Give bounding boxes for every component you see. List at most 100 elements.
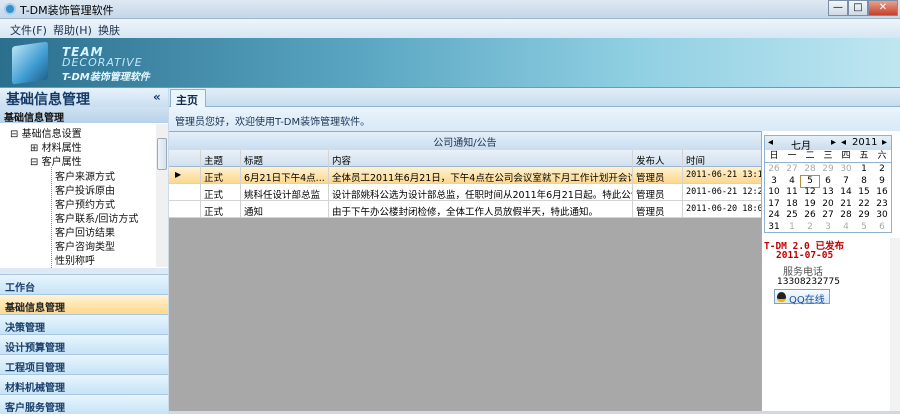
tab-home[interactable]: 主页 [170,89,206,108]
menu-file[interactable]: 文件(F) [10,22,47,38]
calendar-day[interactable]: 18 [783,199,801,211]
calendar-month: 七月 [791,141,811,152]
calendar-day[interactable]: 22 [855,199,873,211]
calendar-day[interactable]: 1 [855,164,873,176]
calendar-day[interactable]: 6 [819,176,837,188]
prev-year-button[interactable]: ◂ [841,137,846,148]
calendar-day[interactable]: 16 [873,187,891,199]
tree-leaf[interactable]: 客户联系/回访方式 [55,210,138,225]
calendar-day[interactable]: 9 [873,176,891,188]
nav-project[interactable]: 工程项目管理 [0,354,168,374]
table-row[interactable]: ▶ 正式 6月21日下午4点... 全体员工2011年6月21日，下午4点在公司… [169,167,761,184]
nav-workbench[interactable]: 工作台 [0,274,168,294]
close-button[interactable]: ✕ [868,0,898,16]
calendar-day[interactable]: 7 [837,176,855,188]
calendar-day[interactable]: 3 [765,176,783,188]
weekday-label: 四 [841,151,851,161]
calendar-day[interactable]: 11 [783,187,801,199]
news-scrollbar[interactable] [890,238,900,411]
logo-text-product: T-DM装饰管理软件 [62,72,150,83]
calendar-day[interactable]: 28 [801,164,819,176]
minimize-button[interactable]: — [828,0,848,16]
calendar-day[interactable]: 31 [765,222,783,234]
tree-leaf[interactable]: 客户咨询类型 [55,238,115,253]
tree-leaf[interactable]: 客户预约方式 [55,196,115,211]
window-title: T-DM装饰管理软件 [20,4,114,17]
calendar-day[interactable]: 26 [765,164,783,176]
calendar-day[interactable]: 8 [855,176,873,188]
calendar-week: 17 18 19 20 21 22 23 [765,199,891,211]
calendar-day[interactable]: 29 [855,210,873,222]
calendar-day[interactable]: 19 [801,199,819,211]
calendar-day[interactable]: 4 [837,222,855,234]
menu-skin[interactable]: 换肤 [98,22,120,38]
calendar-day[interactable]: 14 [837,187,855,199]
column-header-time[interactable]: 时间 [682,150,761,167]
tree-node-material[interactable]: ⊞ 材料属性 [30,139,82,154]
calendar-day[interactable]: 28 [837,210,855,222]
calendar-day[interactable]: 26 [801,210,819,222]
calendar-day[interactable]: 23 [873,199,891,211]
tree-view: ⊟ 基础信息设置 ⊞ 材料属性 ⊟ 客户属性 客户来源方式 客户投诉原由 客户预… [0,123,168,268]
calendar-day[interactable]: 15 [855,187,873,199]
calendar-day[interactable]: 3 [819,222,837,234]
column-header-title[interactable]: 标题 [240,150,328,167]
calendar-day[interactable]: 21 [837,199,855,211]
tree-leaf[interactable]: 客户回访结果 [55,224,115,239]
calendar-day[interactable]: 17 [765,199,783,211]
nav-material-machine[interactable]: 材料机械管理 [0,374,168,394]
tree-node-customer[interactable]: ⊟ 客户属性 [30,153,82,168]
next-month-button[interactable]: ▸ [831,137,836,148]
weekday-label: 二 [805,151,815,161]
app-icon [4,3,16,15]
calendar-day[interactable]: 13 [819,187,837,199]
tree-leaf[interactable]: 客户投诉原由 [55,182,115,197]
collapse-icon[interactable]: ⊟ [10,129,18,140]
weekday-label: 一 [787,151,797,161]
maximize-button[interactable]: □ [848,0,868,16]
calendar-week: 24 25 26 27 28 29 30 [765,210,891,222]
prev-month-button[interactable]: ◂ [768,137,773,148]
column-header-subject[interactable]: 主题 [200,150,240,167]
calendar-day[interactable]: 6 [873,222,891,234]
next-year-button[interactable]: ▸ [882,137,887,148]
nav-design-budget[interactable]: 设计预算管理 [0,334,168,354]
collapse-panel-button[interactable]: « [153,90,161,104]
column-header-publisher[interactable]: 发布人 [632,150,682,167]
calendar-day[interactable]: 20 [819,199,837,211]
weekday-label: 日 [769,151,779,161]
calendar-day[interactable]: 2 [801,222,819,234]
logo-cube-icon [12,41,48,85]
calendar-day[interactable]: 30 [873,210,891,222]
calendar-day[interactable]: 29 [819,164,837,176]
service-phone: 13308232775 [777,277,840,287]
calendar-day[interactable]: 1 [783,222,801,234]
calendar-day[interactable]: 5 [800,174,820,188]
nav-customer-service[interactable]: 客户服务管理 [0,394,168,414]
nav-decision[interactable]: 决策管理 [0,314,168,334]
tree-node-basic-settings[interactable]: ⊟ 基础信息设置 [10,125,82,140]
nav-basic-info[interactable]: 基础信息管理 [0,294,168,314]
calendar-day[interactable]: 27 [819,210,837,222]
calendar-day[interactable]: 2 [873,164,891,176]
table-row[interactable]: 正式 姚科任设计部总监 设计部姚科公选为设计部总监，任职时间从2011年6月21… [169,184,761,201]
tree-scrollbar-thumb[interactable] [157,138,167,170]
collapse-icon[interactable]: ⊟ [30,157,38,168]
calendar-day[interactable]: 25 [783,210,801,222]
calendar-day[interactable]: 12 [801,187,819,199]
cell-time: 2011-06-21 12:28: [682,184,761,201]
calendar-day[interactable]: 5 [855,222,873,234]
cell-time: 2011-06-21 13:19: [682,167,761,184]
calendar-day[interactable]: 30 [837,164,855,176]
table-row[interactable]: 正式 通知 由于下午办公楼封闭检修，全体工作人员放假半天，特此通知。 管理员 2… [169,201,761,218]
cell-subject: 正式 [200,201,240,218]
calendar-day[interactable]: 4 [783,176,801,188]
calendar-day[interactable]: 27 [783,164,801,176]
column-header-content[interactable]: 内容 [328,150,632,167]
menu-help[interactable]: 帮助(H) [53,22,92,38]
tree-leaf[interactable]: 性别称呼 [55,252,95,267]
tree-leaf[interactable]: 客户来源方式 [55,168,115,183]
calendar-week: 31 1 2 3 4 5 6 [765,222,891,234]
calendar-day[interactable]: 24 [765,210,783,222]
calendar-day[interactable]: 10 [765,187,783,199]
